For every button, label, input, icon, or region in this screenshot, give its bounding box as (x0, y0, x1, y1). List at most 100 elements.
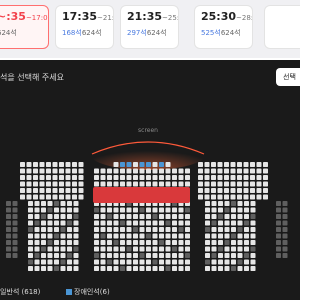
seat[interactable] (47, 207, 53, 213)
seat[interactable] (263, 168, 268, 174)
seat[interactable] (244, 214, 249, 219)
seat[interactable] (211, 168, 216, 174)
seat[interactable] (172, 227, 177, 232)
seat[interactable] (107, 207, 112, 213)
seat[interactable] (54, 227, 59, 232)
seat[interactable] (73, 227, 79, 232)
seat[interactable] (33, 188, 38, 193)
seat[interactable] (26, 175, 32, 180)
seat[interactable] (6, 220, 11, 226)
seat[interactable] (146, 233, 151, 239)
seat[interactable] (113, 162, 119, 167)
seat[interactable] (205, 253, 210, 258)
seat[interactable] (178, 168, 184, 174)
seat[interactable] (47, 240, 53, 245)
seat[interactable] (139, 246, 145, 252)
seat[interactable] (211, 253, 217, 258)
seat[interactable] (41, 246, 46, 252)
seat[interactable] (39, 175, 45, 180)
seat[interactable] (237, 207, 243, 213)
seat[interactable] (41, 227, 46, 232)
seat[interactable] (198, 162, 203, 167)
seat[interactable] (20, 168, 25, 174)
seat[interactable] (224, 227, 230, 232)
seat[interactable] (120, 227, 125, 232)
seat[interactable] (107, 214, 112, 219)
seat[interactable] (217, 188, 223, 193)
seat[interactable] (28, 220, 33, 226)
showtime-card-partial[interactable] (264, 5, 300, 49)
seat[interactable] (67, 240, 72, 245)
seat[interactable] (126, 259, 132, 265)
seat[interactable] (120, 240, 125, 245)
seat[interactable] (276, 240, 281, 245)
seat[interactable] (159, 253, 164, 258)
seat[interactable] (107, 220, 112, 226)
seat[interactable] (46, 168, 51, 174)
seat[interactable] (224, 220, 230, 226)
seat[interactable] (72, 162, 77, 167)
seat[interactable] (120, 266, 125, 271)
seat[interactable] (126, 266, 132, 271)
seat[interactable] (65, 175, 71, 180)
seat[interactable] (100, 168, 106, 174)
seat[interactable] (60, 201, 66, 206)
seat[interactable] (159, 214, 164, 219)
seat[interactable] (165, 162, 171, 167)
seat[interactable] (60, 259, 66, 265)
seat[interactable] (41, 201, 46, 206)
seat[interactable] (41, 207, 46, 213)
seat[interactable] (20, 181, 25, 187)
seat[interactable] (230, 162, 236, 167)
seat[interactable] (67, 266, 72, 271)
seat[interactable] (52, 168, 58, 174)
seat[interactable] (205, 233, 210, 239)
seat[interactable] (139, 175, 145, 180)
seat[interactable] (94, 220, 99, 226)
seat[interactable] (211, 266, 217, 271)
seat[interactable] (94, 266, 99, 271)
seat[interactable] (113, 240, 119, 245)
seat[interactable] (34, 220, 40, 226)
seat[interactable] (72, 175, 77, 180)
seat[interactable] (28, 201, 33, 206)
seat[interactable] (165, 240, 171, 245)
seat[interactable] (12, 227, 18, 232)
seat[interactable] (159, 227, 164, 232)
seat[interactable] (165, 259, 171, 265)
seat[interactable] (152, 162, 158, 167)
seat[interactable] (237, 259, 243, 265)
seat[interactable] (34, 240, 40, 245)
seat[interactable] (244, 227, 249, 232)
seat[interactable] (120, 253, 125, 258)
seat[interactable] (126, 220, 132, 226)
seat[interactable] (165, 246, 171, 252)
seat[interactable] (6, 214, 11, 219)
seat[interactable] (224, 266, 230, 271)
seat[interactable] (6, 240, 11, 245)
seat[interactable] (133, 227, 138, 232)
seat[interactable] (47, 266, 53, 271)
seat[interactable] (46, 188, 51, 193)
seat[interactable] (237, 240, 243, 245)
seat[interactable] (198, 168, 203, 174)
seat[interactable] (33, 181, 38, 187)
seat[interactable] (165, 168, 171, 174)
seat[interactable] (146, 253, 151, 258)
seat[interactable] (165, 175, 171, 180)
seat[interactable] (205, 201, 210, 206)
seat[interactable] (60, 227, 66, 232)
seat[interactable] (139, 168, 145, 174)
seat[interactable] (217, 162, 223, 167)
seat[interactable] (54, 201, 59, 206)
showtime-card[interactable]: 25:30~28:57 525석624석 (194, 5, 253, 49)
seat[interactable] (204, 181, 210, 187)
seat[interactable] (230, 188, 236, 193)
seat[interactable] (67, 227, 72, 232)
seat[interactable] (205, 214, 210, 219)
seat[interactable] (133, 175, 138, 180)
seat[interactable] (12, 214, 18, 219)
seat[interactable] (204, 194, 210, 200)
seat[interactable] (6, 233, 11, 239)
seat[interactable] (41, 220, 46, 226)
